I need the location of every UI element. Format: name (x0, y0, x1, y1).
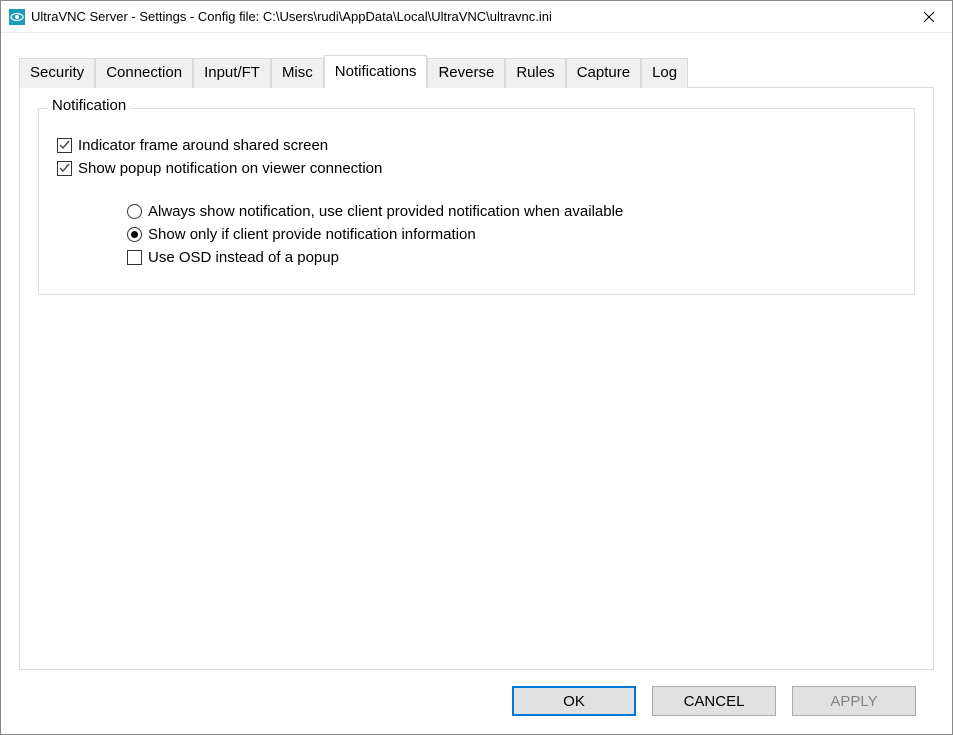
checkbox-show-popup[interactable] (57, 161, 72, 176)
cancel-button[interactable]: CANCEL (652, 686, 776, 716)
checkbox-use-osd[interactable] (127, 250, 142, 265)
notification-groupbox: Notification Indicator frame around shar… (38, 108, 915, 295)
radio-only-client[interactable] (127, 227, 142, 242)
radio-always-label: Always show notification, use client pro… (148, 203, 623, 220)
tab-reverse[interactable]: Reverse (427, 58, 505, 88)
close-button[interactable] (906, 1, 952, 33)
tab-capture[interactable]: Capture (566, 58, 641, 88)
use-osd-label: Use OSD instead of a popup (148, 249, 339, 266)
tab-rules[interactable]: Rules (505, 58, 565, 88)
radio-always[interactable] (127, 204, 142, 219)
show-popup-row[interactable]: Show popup notification on viewer connec… (57, 160, 896, 177)
show-popup-label: Show popup notification on viewer connec… (78, 160, 382, 177)
groupbox-title: Notification (48, 97, 130, 114)
indicator-frame-label: Indicator frame around shared screen (78, 137, 328, 154)
radio-always-row[interactable]: Always show notification, use client pro… (127, 203, 896, 220)
tab-inputft[interactable]: Input/FT (193, 58, 271, 88)
tab-log[interactable]: Log (641, 58, 688, 88)
use-osd-row[interactable]: Use OSD instead of a popup (127, 249, 896, 266)
apply-button[interactable]: APPLY (792, 686, 916, 716)
app-icon (9, 9, 25, 25)
tab-strip: Security Connection Input/FT Misc Notifi… (19, 55, 934, 87)
tab-security[interactable]: Security (19, 58, 95, 88)
tab-notifications[interactable]: Notifications (324, 55, 428, 88)
footer-buttons: OK CANCEL APPLY (19, 670, 934, 716)
tab-panel-notifications: Notification Indicator frame around shar… (19, 87, 934, 670)
tab-misc[interactable]: Misc (271, 58, 324, 88)
titlebar: UltraVNC Server - Settings - Config file… (1, 1, 952, 33)
indicator-frame-row[interactable]: Indicator frame around shared screen (57, 137, 896, 154)
ok-button[interactable]: OK (512, 686, 636, 716)
checkbox-indicator-frame[interactable] (57, 138, 72, 153)
window-title: UltraVNC Server - Settings - Config file… (31, 9, 906, 24)
radio-only-client-label: Show only if client provide notification… (148, 226, 476, 243)
tab-connection[interactable]: Connection (95, 58, 193, 88)
content-area: Security Connection Input/FT Misc Notifi… (1, 33, 952, 734)
radio-only-client-row[interactable]: Show only if client provide notification… (127, 226, 896, 243)
